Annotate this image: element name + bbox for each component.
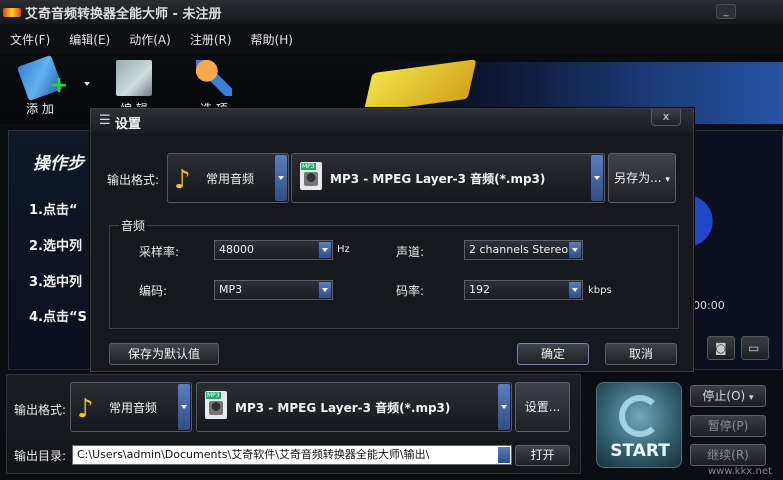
preview-panel: 00:00 ◙ ▭ bbox=[686, 130, 783, 370]
refresh-arrow-icon bbox=[619, 395, 661, 437]
bitrate-unit: kbps bbox=[588, 285, 612, 296]
dialog-close-button[interactable]: x bbox=[651, 109, 681, 126]
add-label: 添 加 bbox=[26, 102, 54, 116]
menu-icon: ☰ bbox=[99, 113, 111, 128]
chevron-down-icon bbox=[569, 242, 581, 258]
chevron-down-icon: ▾ bbox=[749, 393, 754, 403]
menu-bar: 文件(F) 编辑(E) 动作(A) 注册(R) 帮助(H) bbox=[0, 24, 783, 54]
app-logo-icon bbox=[3, 5, 21, 19]
menu-action[interactable]: 动作(A) bbox=[129, 31, 171, 48]
save-as-button[interactable]: 另存为... ▾ bbox=[608, 153, 676, 203]
channels-value: 2 channels Stereo bbox=[469, 243, 569, 256]
wrench-icon bbox=[196, 60, 232, 96]
category-select[interactable]: ♪ 常用音频 bbox=[167, 153, 289, 203]
pause-button[interactable]: 暂停(P) bbox=[690, 415, 766, 437]
folder-icon: ▭ bbox=[748, 341, 760, 355]
output-format-label: 输出格式: bbox=[107, 173, 160, 187]
chevron-down-icon bbox=[275, 155, 287, 201]
sample-rate-value: 48000 bbox=[219, 243, 254, 256]
title-bar: 艾奇音频转换器全能大师 - 未注册 _ bbox=[0, 0, 783, 24]
bottom-category-value: 常用音频 bbox=[109, 401, 158, 415]
output-dir-field[interactable]: C:\Users\admin\Documents\艾奇软件\艾奇音频转换器全能大… bbox=[72, 445, 512, 465]
chevron-down-icon bbox=[319, 242, 331, 258]
channels-label: 声道: bbox=[396, 245, 425, 259]
stop-label: 停止(O) bbox=[702, 389, 746, 403]
resume-button[interactable]: 继续(R) bbox=[690, 444, 766, 466]
bitrate-value: 192 bbox=[469, 283, 490, 296]
bottom-format-value: MP3 - MPEG Layer-3 音频(*.mp3) bbox=[235, 401, 451, 415]
step-2: 2.选中列 bbox=[29, 239, 82, 254]
add-button[interactable]: 添 加 bbox=[16, 54, 64, 117]
bitrate-select[interactable]: 192 bbox=[464, 280, 583, 300]
chevron-down-icon bbox=[178, 384, 190, 430]
steps-title: 操作步 bbox=[33, 154, 84, 174]
settings-dialog: ☰ 设置 x 输出格式: ♪ 常用音频 MP3 - MPEG Layer-3 音… bbox=[90, 108, 694, 372]
chevron-down-icon bbox=[591, 155, 603, 201]
camera-icon: ◙ bbox=[715, 341, 727, 355]
menu-register[interactable]: 注册(R) bbox=[190, 31, 232, 48]
output-dir-label: 输出目录: bbox=[14, 449, 67, 463]
menu-help[interactable]: 帮助(H) bbox=[251, 31, 293, 48]
open-dir-button[interactable]: 打开 bbox=[515, 445, 570, 466]
watermark: www.kkx.net bbox=[708, 466, 772, 477]
format-value: MP3 - MPEG Layer-3 音频(*.mp3) bbox=[330, 172, 546, 186]
minimize-button[interactable]: _ bbox=[716, 4, 736, 19]
add-dropdown-icon[interactable] bbox=[84, 82, 90, 86]
open-folder-button[interactable]: ▭ bbox=[741, 336, 769, 360]
category-value: 常用音频 bbox=[206, 172, 255, 186]
dialog-title: 设置 bbox=[115, 117, 142, 132]
steps-panel: 操作步 1.点击“ 2.选中列 3.选中列 4.点击“S bbox=[8, 130, 100, 370]
audio-group bbox=[109, 225, 679, 329]
menu-edit[interactable]: 编辑(E) bbox=[69, 31, 110, 48]
stop-button[interactable]: 停止(O) ▾ bbox=[690, 385, 766, 407]
channels-select[interactable]: 2 channels Stereo bbox=[464, 240, 583, 260]
output-dir-value: C:\Users\admin\Documents\艾奇软件\艾奇音频转换器全能大… bbox=[77, 448, 430, 461]
bitrate-label: 码率: bbox=[396, 284, 425, 298]
settings-button[interactable]: 设置... bbox=[515, 382, 570, 432]
bottom-category-select[interactable]: ♪ 常用音频 bbox=[70, 382, 192, 432]
chevron-down-icon bbox=[319, 282, 331, 298]
audio-group-label: 音频 bbox=[119, 217, 148, 234]
format-select[interactable]: MP3 - MPEG Layer-3 音频(*.mp3) bbox=[291, 153, 605, 203]
save-as-label: 另存为... bbox=[614, 171, 662, 185]
chevron-down-icon bbox=[569, 282, 581, 298]
close-icon: x bbox=[662, 110, 670, 123]
codec-select[interactable]: MP3 bbox=[214, 280, 333, 300]
menu-file[interactable]: 文件(F) bbox=[10, 31, 50, 48]
step-3: 3.选中列 bbox=[29, 275, 82, 290]
mp3-file-icon bbox=[300, 162, 322, 190]
music-note-icon: ♪ bbox=[77, 394, 94, 424]
sample-rate-select[interactable]: 48000 bbox=[214, 240, 333, 260]
chevron-down-icon bbox=[498, 384, 510, 430]
window-title: 艾奇音频转换器全能大师 - 未注册 bbox=[25, 6, 222, 22]
start-label: START bbox=[610, 441, 670, 461]
chevron-down-icon bbox=[498, 447, 510, 463]
step-4: 4.点击“S bbox=[29, 310, 87, 325]
step-1: 1.点击“ bbox=[29, 203, 78, 218]
ok-button[interactable]: 确定 bbox=[517, 343, 589, 365]
codec-label: 编码: bbox=[139, 284, 168, 298]
sample-rate-unit: Hz bbox=[337, 244, 350, 255]
dialog-title-bar: ☰ 设置 bbox=[91, 109, 693, 133]
film-add-icon bbox=[16, 54, 64, 102]
start-button[interactable]: START bbox=[596, 382, 682, 468]
bottom-output-format-label: 输出格式: bbox=[14, 403, 67, 417]
mp3-file-icon bbox=[205, 391, 227, 419]
cancel-button[interactable]: 取消 bbox=[605, 343, 677, 365]
music-note-icon: ♪ bbox=[174, 165, 191, 195]
snapshot-button[interactable]: ◙ bbox=[707, 336, 735, 360]
chevron-down-icon: ▾ bbox=[665, 175, 670, 185]
play-time: 00:00 bbox=[693, 299, 725, 312]
save-default-button[interactable]: 保存为默认值 bbox=[109, 343, 219, 365]
edit-icon bbox=[116, 60, 152, 96]
bottom-format-select[interactable]: MP3 - MPEG Layer-3 音频(*.mp3) bbox=[196, 382, 512, 432]
codec-value: MP3 bbox=[219, 283, 243, 296]
sample-rate-label: 采样率: bbox=[139, 245, 180, 259]
